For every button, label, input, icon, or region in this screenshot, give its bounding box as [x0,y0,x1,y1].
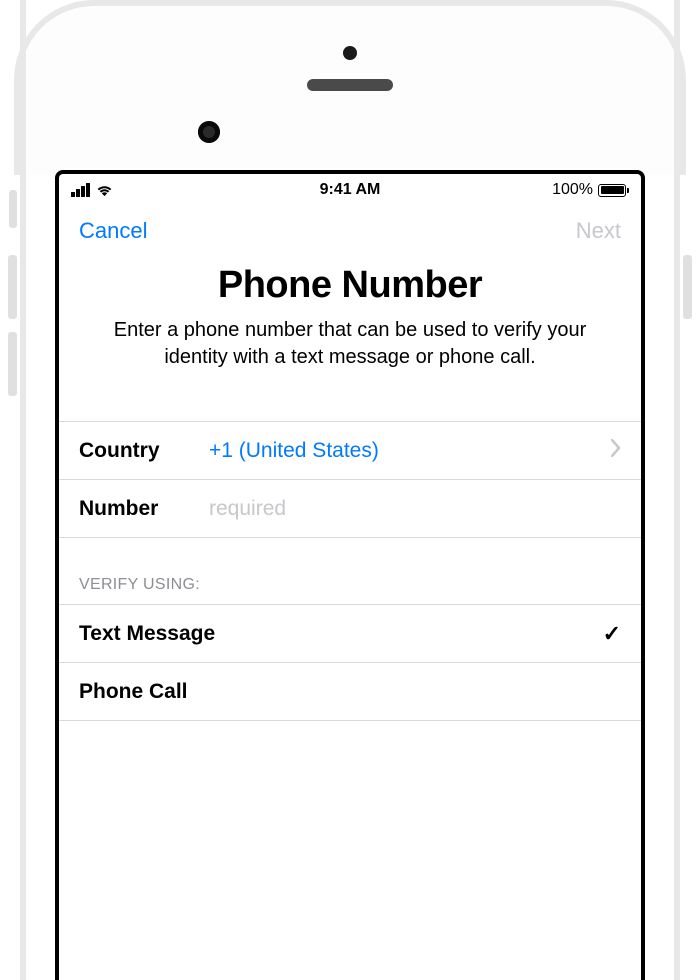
cancel-button[interactable]: Cancel [79,218,147,244]
cellular-signal-icon [71,183,90,197]
country-row[interactable]: Country +1 (United States) [59,422,641,480]
verify-section-header: VERIFY USING: [59,538,641,604]
country-value: +1 (United States) [209,439,611,463]
wifi-icon [95,183,114,197]
country-label: Country [79,439,209,463]
status-time: 9:41 AM [320,181,381,199]
number-label: Number [79,497,209,521]
phone-mute-switch [9,190,17,228]
status-right: 100% [552,181,629,199]
verify-options-group: Text Message ✓ Phone Call [59,604,641,721]
next-button[interactable]: Next [576,218,621,244]
verify-option-text-message[interactable]: Text Message ✓ [59,605,641,663]
verify-option-label: Phone Call [79,680,188,704]
phone-volume-up [8,255,17,319]
number-row[interactable]: Number [59,480,641,538]
page-subtitle: Enter a phone number that can be used to… [59,317,641,371]
phone-power-button [683,255,692,319]
phone-volume-down [8,332,17,396]
content: Phone Number Enter a phone number that c… [59,256,641,721]
verify-option-label: Text Message [79,622,215,646]
page-title: Phone Number [59,264,641,307]
checkmark-icon: ✓ [603,621,621,647]
status-bar: 9:41 AM 100% [59,174,641,206]
phone-screen: 9:41 AM 100% Cancel Next Phone Number En… [55,170,645,980]
status-left [71,183,114,197]
phone-form-group: Country +1 (United States) Number [59,421,641,538]
battery-icon [598,184,629,197]
phone-number-input[interactable] [209,497,621,521]
battery-percentage: 100% [552,181,593,199]
chevron-right-icon [611,439,621,463]
verify-option-phone-call[interactable]: Phone Call [59,663,641,721]
nav-bar: Cancel Next [59,206,641,256]
